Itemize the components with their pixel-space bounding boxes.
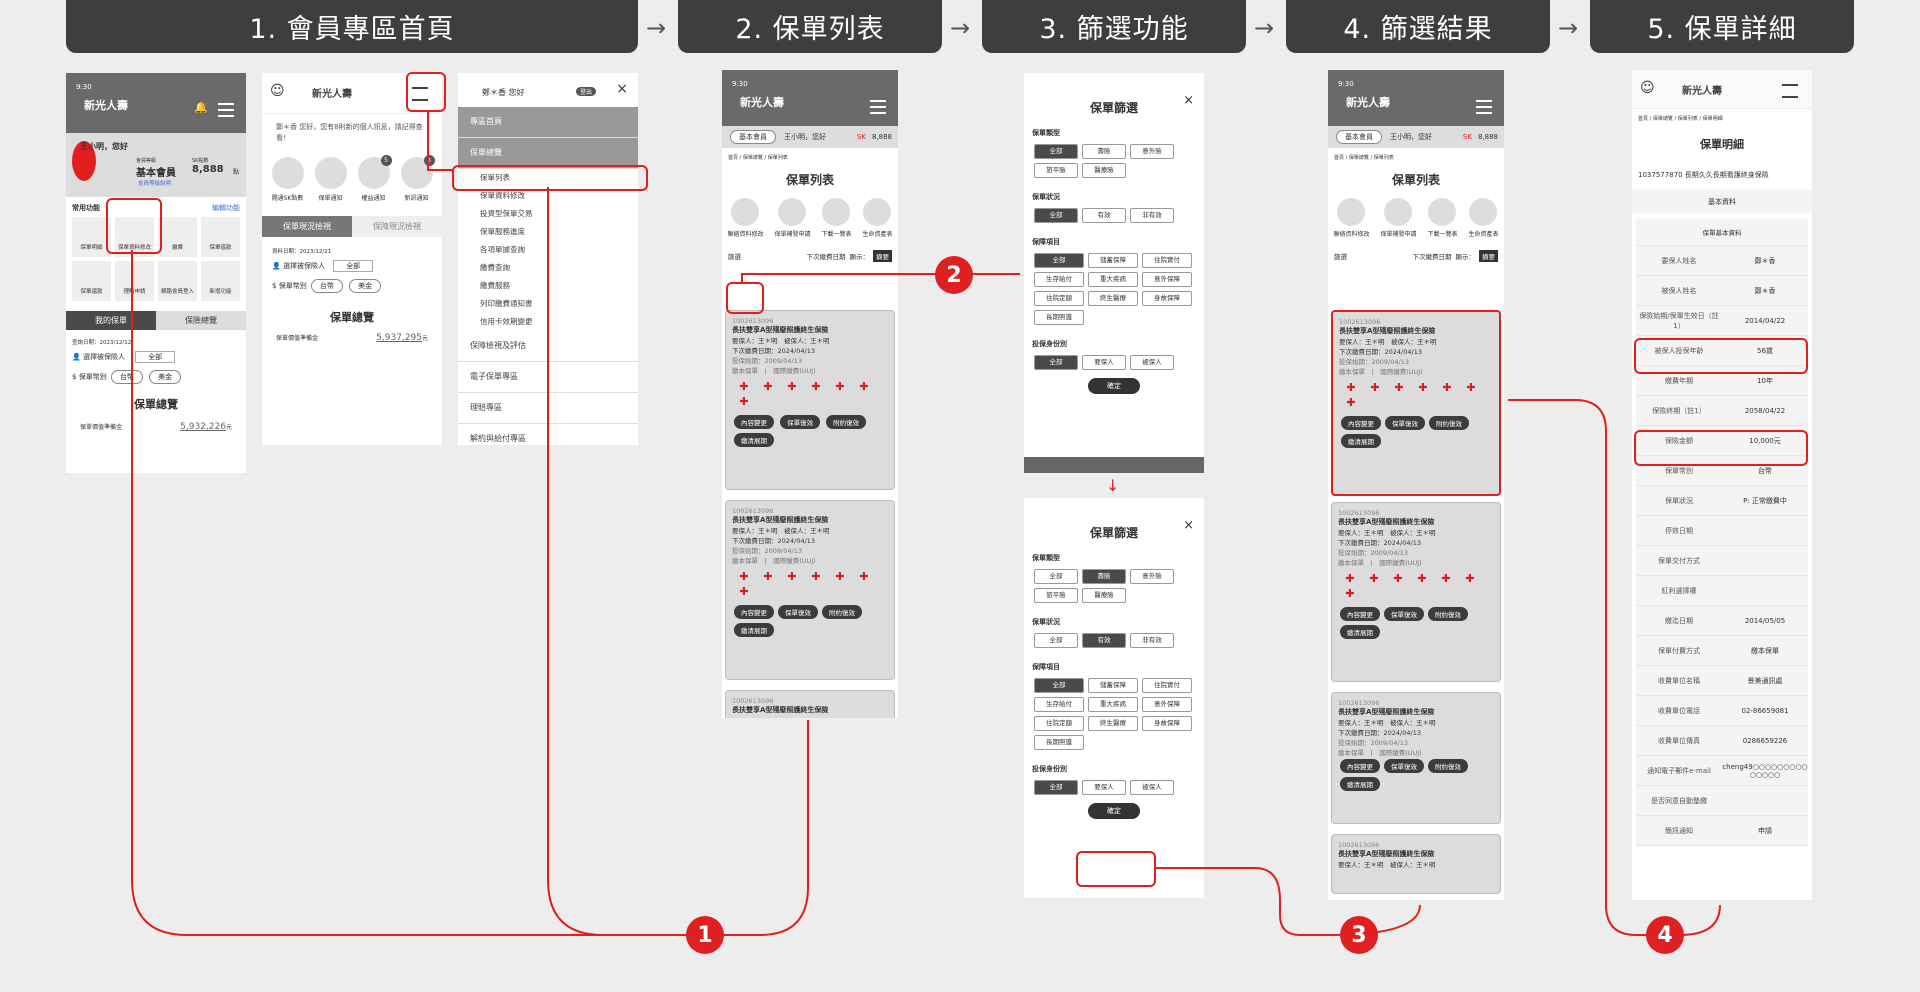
step-2-badge: 2	[935, 256, 973, 294]
step-1-badge: 1	[686, 916, 724, 954]
flow-diagram: 1. 會員專區首頁 → 2. 保單列表 → 3. 篩選功能 → 4. 篩選結果 …	[0, 0, 1920, 992]
step-4-badge: 4	[1646, 916, 1684, 954]
connector-step-1	[131, 250, 809, 936]
connector-menu-open	[427, 110, 452, 171]
connector-step-4	[1508, 399, 1721, 936]
connector-step-2	[741, 273, 1020, 282]
step-3-badge: 3	[1340, 916, 1378, 954]
flow-connectors	[131, 110, 1721, 936]
connector-menu	[547, 187, 604, 936]
connector-step-3	[1154, 867, 1421, 936]
